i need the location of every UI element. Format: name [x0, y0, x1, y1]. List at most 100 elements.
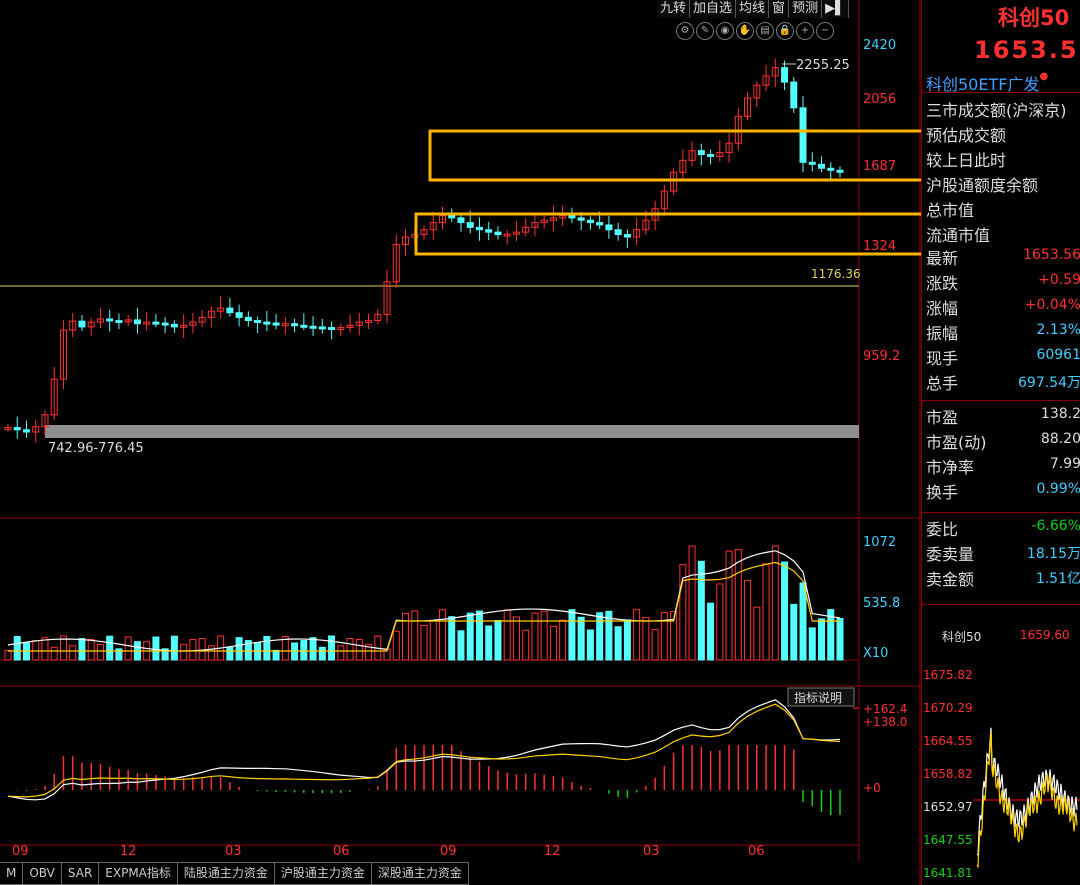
volume-bar [272, 649, 280, 661]
tab-m[interactable]: M [0, 862, 24, 885]
volume-bar [170, 635, 178, 661]
macd-axis-label: +138.0 [863, 715, 907, 729]
indicator-help-label: 指标说明 [794, 690, 842, 705]
candle-body [781, 67, 789, 83]
quote-value: +0.04% [1024, 297, 1080, 313]
info-label: 流通市值 [926, 226, 991, 245]
tab-obv[interactable]: OBV [23, 862, 62, 885]
volume-bar [596, 612, 604, 661]
window-button[interactable]: 窗 [769, 0, 790, 18]
volume-bar [633, 609, 641, 661]
mini-chart-price: 1659.60 [1020, 628, 1070, 642]
nine-turn-button[interactable]: 九转 [657, 0, 691, 18]
volume-bar [355, 638, 363, 661]
tab-lugutong[interactable]: 陆股通主力资金 [177, 862, 275, 885]
info-label: 总市值 [926, 201, 975, 220]
volume-bar [337, 645, 345, 661]
volume-bar [744, 579, 752, 661]
volume-bar [790, 603, 798, 661]
kline-chart-area[interactable]: 2420 2056 1687 1324 959.2 2255.25 1176.3… [0, 0, 921, 885]
candle-body [448, 215, 456, 219]
print-icon[interactable]: ▤ [756, 22, 774, 40]
candles [4, 58, 844, 443]
zoom-out-icon[interactable]: − [816, 22, 834, 40]
settings-icon[interactable]: ⚙ [676, 22, 694, 40]
volume-bar [540, 610, 548, 661]
add-watchlist-button[interactable]: 加自选 [690, 0, 737, 18]
mini-axis-label: 1664.55 [923, 734, 973, 748]
zoom-in-icon[interactable]: + [796, 22, 814, 40]
volume-bar [309, 637, 317, 661]
hand-icon[interactable]: ✋ [736, 22, 754, 40]
volume-bar [651, 629, 659, 661]
lock-icon[interactable]: 🔒 [776, 22, 794, 40]
candle-body [78, 320, 86, 328]
quote-value: +0.59 [1038, 272, 1080, 288]
candle-body [485, 229, 493, 233]
x-label: 06 [748, 844, 765, 859]
x-label: 09 [12, 844, 29, 859]
volume-bar [586, 629, 594, 661]
moving-average-button[interactable]: 均线 [736, 0, 770, 18]
highlight-box-lower [414, 212, 921, 256]
candle-body [13, 427, 21, 431]
quote-row: 最新 1653.56 [926, 245, 1080, 270]
macd-axis-label: +162.4 [863, 702, 907, 716]
candle-body [272, 322, 280, 326]
candle-body [254, 320, 262, 324]
mini-axis-label: 1670.29 [923, 701, 973, 715]
volume-bar [697, 560, 705, 661]
tab-expma[interactable]: EXPMA指标 [99, 862, 178, 885]
volume-bar [799, 582, 807, 661]
candle-body [808, 161, 816, 165]
volume-bar [707, 602, 715, 661]
valuation-row: 换手 0.99% [926, 479, 1080, 504]
draw-icon[interactable]: ✎ [696, 22, 714, 40]
volume-bar [734, 549, 742, 661]
intraday-mini-chart[interactable]: 1675.82 1670.29 1664.55 1658.82 1652.97 1647.… [922, 665, 1080, 885]
order-label: 委比 [926, 520, 959, 539]
x-label: 03 [643, 844, 660, 859]
expand-icon[interactable]: ▶▌ [822, 0, 850, 18]
volume-bar [512, 616, 520, 661]
valuation-label: 市盈(动) [926, 433, 987, 452]
volume-bar [13, 636, 21, 661]
volume-bar [69, 645, 77, 661]
volume-axis-label: 1072 [863, 535, 896, 550]
zone-annotation: 742.96-776.45 [48, 441, 144, 456]
tab-sar[interactable]: SAR [61, 862, 100, 885]
quote-row: 涨跌 +0.59 [926, 270, 1080, 295]
x-label: 06 [333, 844, 350, 859]
order-value: -6.66% [1031, 518, 1080, 534]
order-label: 委卖量 [926, 545, 975, 564]
quote-value: 697.54万 [1018, 375, 1080, 391]
quote-panel: 科创50 1653.56 科创50ETF广发● 三市成交额(沪深京)预估成交额较… [921, 0, 1080, 885]
valuation-row: 市盈 138.2 [926, 404, 1080, 429]
volume-bar [457, 630, 465, 661]
candle-body [577, 217, 585, 221]
volume-bar [762, 563, 770, 661]
mini-axis-label: 1641.81 [923, 866, 973, 880]
candle-body [115, 320, 123, 324]
volume-bar [152, 636, 160, 661]
volume-bar [32, 639, 40, 661]
volume-bar [836, 617, 844, 661]
forecast-button[interactable]: 预测 [789, 0, 823, 18]
candle-body [568, 215, 576, 219]
volume-ma-line-1 [7, 550, 841, 652]
mini-axis-label: 1658.82 [923, 767, 973, 781]
eye-icon[interactable]: ◉ [716, 22, 734, 40]
tab-shengutong[interactable]: 深股通主力资金 [371, 862, 469, 885]
candle-body [226, 307, 234, 314]
quote-value: 2.13% [1036, 322, 1080, 338]
volume-bar [522, 629, 530, 661]
volume-bar [485, 625, 493, 661]
candle-body [836, 169, 844, 173]
candle-body [799, 107, 807, 163]
volume-bar [346, 637, 354, 661]
candle-body [235, 312, 243, 318]
candle-body [300, 324, 308, 328]
quote-row: 振幅 2.13% [926, 320, 1080, 345]
tab-hugutong[interactable]: 沪股通主力资金 [274, 862, 372, 885]
info-row: 总市值 [926, 197, 1080, 222]
